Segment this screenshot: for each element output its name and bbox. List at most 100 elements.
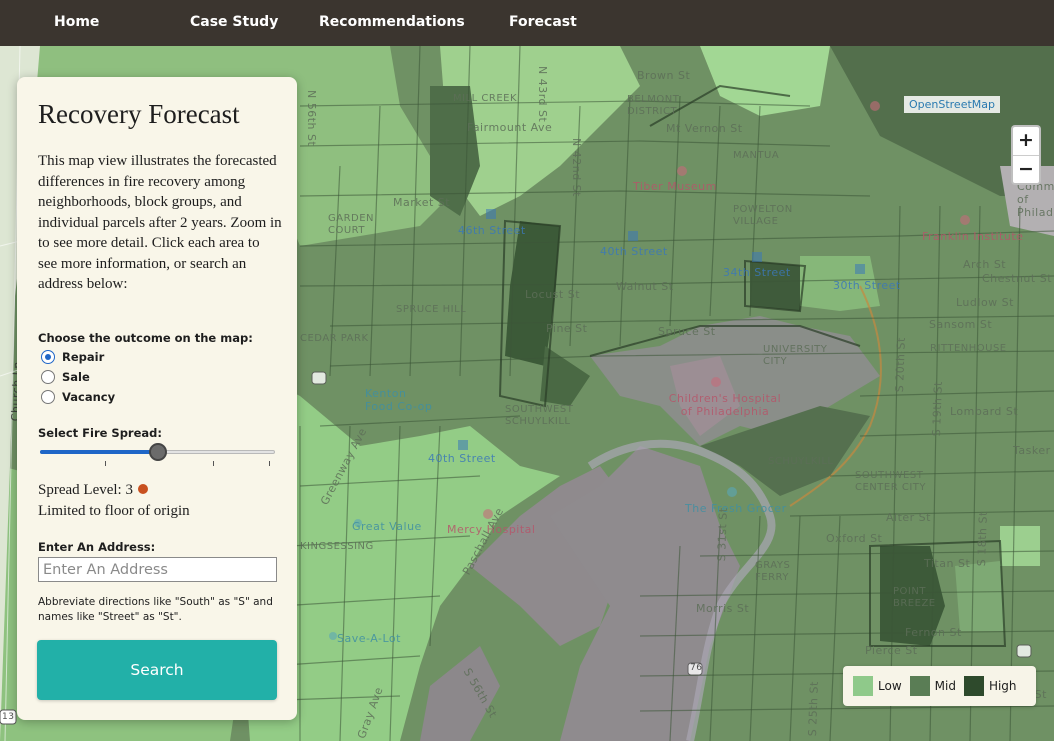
- slider-thumb[interactable]: [149, 443, 167, 461]
- map-label-s-31st-st: S 31st St: [715, 507, 730, 562]
- block-group-low-east[interactable]: [1000, 526, 1040, 566]
- map-label-spruce-hill: SPRUCE HILL: [396, 304, 467, 315]
- map-label-kingsessing: KINGSESSING: [300, 541, 374, 552]
- zoom-control: + −: [1011, 125, 1041, 185]
- outcome-option-sale[interactable]: Sale: [41, 370, 90, 384]
- map-label-kenton-food: Kenton Food Co-op: [365, 387, 433, 413]
- spread-label: Select Fire Spread:: [38, 426, 162, 440]
- top-navigation: Home Case Study Recommendations Forecast: [0, 0, 1054, 46]
- map-label-s-19th-st: S 19th St: [930, 380, 945, 437]
- zoom-out-button[interactable]: −: [1013, 155, 1039, 183]
- map-label-southwest-center-city: SOUTHWEST CENTER CITY: [855, 470, 926, 493]
- panel-description: This map view illustrates the forecasted…: [38, 153, 282, 292]
- slider-fill: [40, 450, 158, 454]
- map-label-s-20th-st: S 20th St: [893, 336, 908, 393]
- slider-tick: [213, 461, 214, 466]
- panel-title: Recovery Forecast: [38, 99, 240, 129]
- nav-recommendations-link[interactable]: Recommendations: [319, 14, 465, 30]
- legend-label-high: High: [988, 679, 1017, 693]
- openstreetmap-attribution[interactable]: OpenStreetMap: [903, 96, 1000, 113]
- map-label-pierce-st: Pierce St: [865, 644, 918, 657]
- map-label-garden-court: GARDEN COURT: [328, 213, 375, 236]
- legend-item-mid: Mid: [909, 676, 956, 696]
- map-label-pine-st: Pine St: [546, 322, 588, 335]
- legend-swatch-low: [853, 676, 873, 696]
- slider-tick: [105, 461, 106, 466]
- map-label-tiber-museum: Tiber Museum: [633, 180, 717, 193]
- map-label-34th-station: 34th Street: [723, 266, 791, 279]
- map-label-brown-st: Brown St: [637, 69, 691, 82]
- map-label-point-breeze: POINT BREEZE: [893, 586, 936, 609]
- radio-repair-label: Repair: [62, 350, 105, 364]
- zoom-in-button[interactable]: +: [1013, 127, 1039, 155]
- map-label-s-25th-st: S 25th St: [806, 680, 821, 737]
- map-label-mantua: MANTUA: [733, 150, 780, 161]
- map-label-fresh-grocer: The Fresh Grocer: [685, 502, 787, 515]
- map-label-30th-station: 30th Street: [833, 279, 901, 292]
- nav-forecast-link[interactable]: Forecast: [509, 14, 577, 30]
- map-label-childrens-hospital: Children's Hospital of Philadelphia: [668, 392, 782, 418]
- radio-repair[interactable]: [41, 350, 55, 364]
- map-label-market-st: Market St: [393, 196, 451, 209]
- map-label-sansom-st: Sansom St: [929, 318, 993, 331]
- map-label-southwest-schuylkill: SOUTHWEST SCHUYLKILL: [505, 404, 574, 427]
- map-label-save-a-lot: Save-A-Lot: [337, 632, 401, 645]
- address-label: Enter An Address:: [38, 540, 156, 554]
- block-group-mid-ne-point-breeze[interactable]: [955, 561, 1005, 631]
- legend-label-mid: Mid: [934, 679, 956, 693]
- legend-item-low: Low: [853, 676, 902, 696]
- map-label-belmont-district: BELMONT DISTRICT: [627, 94, 680, 117]
- map-label-40th-station: 40th Street: [600, 245, 668, 258]
- map-label-powelton-village: POWELTON VILLAGE: [733, 204, 793, 227]
- map-label-n-56th-st: N 56th St: [305, 90, 318, 147]
- map-label-cedar-park: CEDAR PARK: [300, 333, 369, 344]
- map-legend: Low Mid High: [843, 666, 1036, 706]
- map-label-grays-ferry: GRAYS FERRY: [755, 560, 791, 583]
- map-label-lombard-st: Lombard St: [950, 405, 1019, 418]
- address-hint: Abbreviate directions like "South" as "S…: [38, 596, 273, 623]
- map-label-mt-vernon-st: Mt Vernon St: [666, 122, 743, 135]
- map-label-rittenhouse: RITTENHOUSE: [930, 343, 1007, 354]
- map-label-morris-st: Morris St: [696, 602, 750, 615]
- radio-vacancy[interactable]: [41, 390, 55, 404]
- outcome-label: Choose the outcome on the map:: [38, 331, 253, 345]
- legend-label-low: Low: [878, 679, 902, 693]
- map-label-n-42nd-st: N 42nd St: [570, 138, 583, 197]
- map-label-chestnut-st: Chestnut St: [982, 272, 1053, 285]
- map-label-university-city: UNIVERSITY CITY: [763, 344, 828, 367]
- spread-level-row: Spread Level: 3: [38, 482, 148, 499]
- legend-item-high: High: [963, 676, 1017, 696]
- nav-case-study-link[interactable]: Case Study: [190, 14, 278, 30]
- forecast-panel: Recovery Forecast This map view illustra…: [17, 77, 297, 720]
- map-label-46th-station: 46th Street: [458, 224, 526, 237]
- map-label-tasker-st: Tasker St: [1013, 444, 1054, 457]
- nav-home-link[interactable]: Home: [54, 14, 99, 30]
- map-label-s-18th-st: S 18th St: [975, 510, 990, 567]
- map-label-n-43rd-st: N 43rd St: [536, 66, 549, 123]
- map-label-schuylkill: SCHUYLKILL: [768, 456, 834, 467]
- map-label-walnut-st: Walnut St: [616, 280, 674, 293]
- search-button[interactable]: Search: [37, 640, 277, 700]
- fire-spread-slider[interactable]: [40, 443, 275, 471]
- legend-swatch-high: [963, 676, 984, 696]
- radio-sale-label: Sale: [62, 370, 90, 384]
- map-label-oxford-st: Oxford St: [826, 532, 883, 545]
- radio-sale[interactable]: [41, 370, 55, 384]
- radio-vacancy-label: Vacancy: [62, 390, 116, 404]
- spread-description: Limited to floor of origin: [38, 503, 190, 519]
- address-input[interactable]: [38, 557, 277, 582]
- map-label-alter-st: Alter St: [886, 511, 931, 524]
- map-label-ludlow-st: Ludlow St: [956, 296, 1014, 309]
- map-label-route-13: 13: [2, 712, 15, 722]
- outcome-option-repair[interactable]: Repair: [41, 350, 104, 364]
- map-label-40th-trolley: 40th Street: [428, 452, 496, 465]
- map-label-spruce-st: Spruce St: [658, 325, 716, 338]
- outcome-option-vacancy[interactable]: Vacancy: [41, 390, 115, 404]
- spread-level-text: Spread Level: 3: [38, 482, 133, 498]
- map-label-great-value: Great Value: [352, 520, 422, 533]
- spread-level-dot: [137, 484, 148, 494]
- map-label-titan-st: Titan St: [924, 557, 971, 570]
- map-label-fairmount-ave: Fairmount Ave: [467, 121, 553, 134]
- map-label-locust-st: Locust St: [525, 288, 581, 301]
- map-label-mill-creek: MILL CREEK: [453, 93, 518, 104]
